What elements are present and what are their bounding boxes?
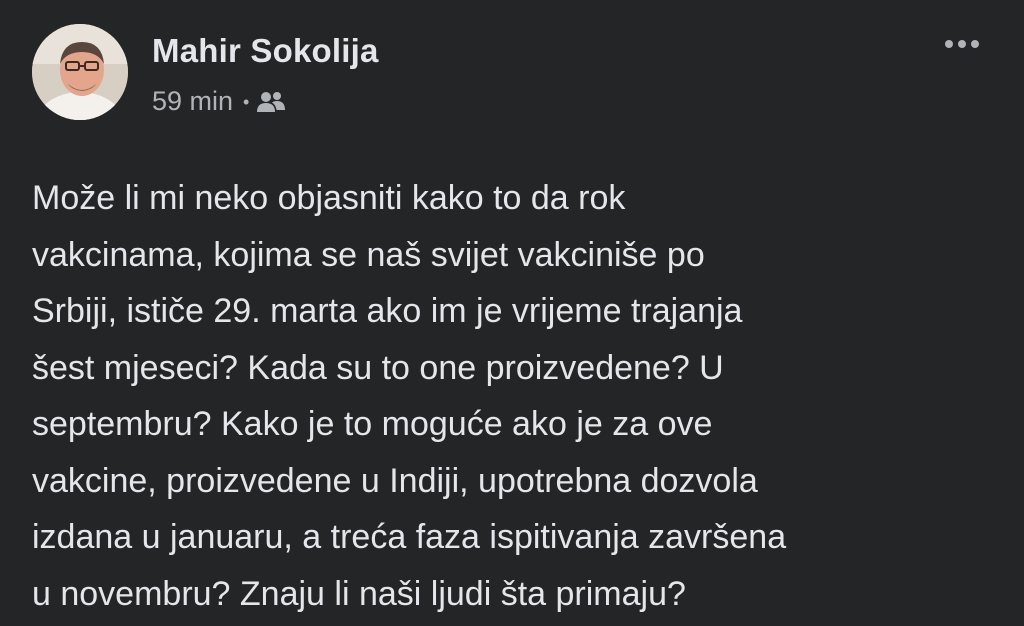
post-card: Mahir Sokolija 59 min • Može li mi neko xyxy=(0,0,1024,626)
more-options-button[interactable] xyxy=(940,24,984,64)
more-options-icon xyxy=(945,40,979,48)
post-body-line: Može li mi neko objasniti kako to da rok xyxy=(32,179,626,217)
post-timestamp[interactable]: 59 min xyxy=(152,86,233,117)
post-body-line: u novembru? Znaju li naši ljudi šta prim… xyxy=(32,574,686,613)
post-body-line: vakcine, proizvedene u Indiji, upotrebna… xyxy=(32,461,758,500)
post-header: Mahir Sokolija 59 min • xyxy=(32,24,984,124)
avatar[interactable] xyxy=(32,24,128,120)
friends-icon[interactable] xyxy=(256,90,286,114)
post-body-line: vakcinama, kojima se naš svijet vakciniš… xyxy=(32,235,705,274)
author-name[interactable]: Mahir Sokolija xyxy=(152,32,379,70)
post-body-line: izdana u januaru, a treća faza ispitivan… xyxy=(32,518,787,556)
profile-photo xyxy=(32,24,128,120)
post-body-line: septembru? Kako je to moguće ako je za o… xyxy=(32,405,713,443)
post-body-line: šest mjeseci? Kada su to one proizvedene… xyxy=(32,348,724,387)
meta-separator: • xyxy=(243,91,250,112)
post-body-line: Srbiji, ističe 29. marta ako im je vrije… xyxy=(32,292,743,330)
post-body: Može li mi neko objasniti kako to da rok… xyxy=(32,170,992,622)
post-meta: 59 min • xyxy=(152,86,286,117)
